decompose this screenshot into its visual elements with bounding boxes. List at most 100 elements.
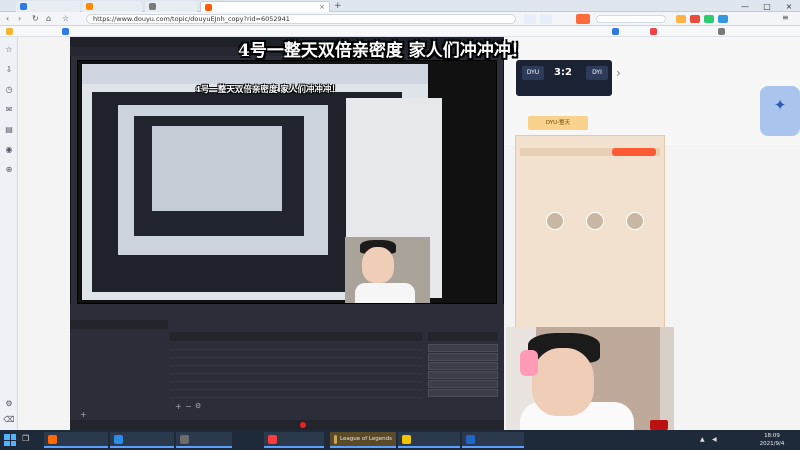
app-icon [268, 434, 277, 444]
bookmark-item[interactable] [62, 28, 72, 35]
refresh-icon[interactable]: ↻ [32, 14, 39, 23]
minimize-icon[interactable]: — [734, 0, 756, 12]
source-settings-icon[interactable]: ⚙ [195, 402, 201, 410]
browser-tab[interactable] [82, 1, 142, 12]
control-button[interactable] [428, 371, 498, 379]
browser-sidebar [0, 37, 18, 430]
webcam-background [660, 327, 674, 430]
team-left: DYU [522, 66, 544, 80]
tab-favicon-icon [149, 3, 156, 10]
control-button[interactable] [428, 362, 498, 370]
preview-browser-toolbar [82, 64, 428, 84]
scenes-header [70, 320, 168, 329]
address-field[interactable]: https://www.douyu.com/topic/douyuEJnh_co… [86, 14, 516, 24]
preview-nested-capture [152, 126, 282, 211]
menu-icon[interactable]: ≡ [782, 13, 789, 22]
maximize-icon[interactable]: □ [756, 0, 778, 12]
app-icon [114, 434, 123, 444]
reader-icon[interactable] [540, 14, 552, 24]
forward-icon[interactable]: › [18, 14, 21, 23]
sidebar-history-icon[interactable]: ◷ [4, 84, 14, 94]
record-dot-icon [300, 422, 306, 428]
sidebar-settings-icon[interactable]: ⚙ [4, 398, 14, 408]
bookmark-icon [612, 28, 619, 35]
webcam-face [532, 348, 594, 416]
taskbar-item[interactable] [110, 432, 174, 448]
close-icon[interactable]: × [319, 3, 325, 11]
source-row[interactable] [170, 366, 422, 374]
obs-status-bar [70, 420, 504, 430]
tab-favicon-icon [205, 3, 212, 11]
overlay-banner-inner: 4号一整天双倍亲密度 家人们冲冲冲！ [195, 85, 340, 95]
browser-tab[interactable] [16, 1, 80, 12]
window-close-icon[interactable]: × [778, 0, 800, 12]
taskbar-clock[interactable]: 18:09 2021/9/4 [746, 432, 798, 448]
bookmark-item[interactable] [6, 28, 16, 35]
sidebar-bookmark-icon[interactable]: ☆ [4, 44, 14, 54]
headphone-icon [520, 350, 538, 376]
add-source-icon[interactable]: + [175, 402, 182, 411]
extension-icon[interactable] [718, 15, 728, 23]
sidebar-trash-icon[interactable]: ⌫ [3, 414, 14, 424]
sidebar-note-icon[interactable]: ▤ [4, 124, 14, 134]
home-icon[interactable]: ⌂ [46, 14, 51, 23]
bookmark-item[interactable] [650, 28, 660, 35]
mascot-icon: ✦ [773, 96, 787, 114]
app-icon [334, 434, 338, 444]
star-icon[interactable]: ☆ [62, 14, 69, 23]
bookmark-item[interactable] [718, 28, 728, 35]
new-tab-icon[interactable]: + [334, 1, 342, 11]
search-input[interactable] [596, 15, 666, 23]
sidebar-download-icon[interactable]: ⇩ [4, 64, 14, 74]
extension-icon[interactable] [676, 15, 686, 23]
taskbar-item[interactable] [44, 432, 108, 448]
extension-icon[interactable] [704, 15, 714, 23]
control-button[interactable] [428, 353, 498, 361]
taskbar-item[interactable] [176, 432, 232, 448]
add-scene-icon[interactable]: + [80, 410, 87, 419]
bookmark-item[interactable] [612, 28, 622, 35]
source-row[interactable] [170, 358, 422, 366]
score-value: 3:2 [554, 67, 572, 78]
avatar[interactable] [546, 212, 564, 230]
avatar[interactable] [586, 212, 604, 230]
clock-time: 18:09 [764, 433, 780, 439]
control-button[interactable] [428, 380, 498, 388]
source-row[interactable] [170, 374, 422, 382]
taskbar-item[interactable] [264, 432, 324, 448]
avatar[interactable] [626, 212, 644, 230]
chat-message [565, 304, 657, 311]
browser-tab[interactable] [145, 1, 197, 12]
webcam-face [362, 247, 394, 283]
control-button[interactable] [428, 389, 498, 397]
sidebar-game-icon[interactable]: ◉ [4, 144, 14, 154]
source-row[interactable] [170, 390, 422, 398]
next-icon[interactable]: › [616, 66, 621, 80]
browser-tab-active[interactable]: × [200, 1, 330, 12]
windows-start-icon[interactable] [4, 434, 16, 446]
volume-icon[interactable]: ◀ [712, 436, 720, 444]
taskbar-item[interactable] [462, 432, 524, 448]
sidebar-cart-icon[interactable]: ⊕ [4, 164, 14, 174]
clock-date: 2021/9/4 [759, 441, 785, 447]
chat-message [565, 268, 657, 275]
extension-icon[interactable] [690, 15, 700, 23]
taskbar-item[interactable] [398, 432, 460, 448]
source-row[interactable] [170, 342, 422, 350]
task-view-icon[interactable]: ❐ [22, 434, 34, 446]
room-tab-button[interactable]: DYU-整天 [528, 116, 588, 130]
app-icon [48, 434, 57, 444]
back-icon[interactable]: ‹ [6, 14, 9, 23]
source-row[interactable] [170, 382, 422, 390]
taskbar-item[interactable]: League of Legends [330, 432, 396, 448]
score-card: DYU 3:2 DYI [516, 60, 612, 96]
remove-source-icon[interactable]: − [185, 402, 192, 411]
bookmark-icon [6, 28, 13, 35]
bookmark-icon [62, 28, 69, 35]
network-icon[interactable]: ▲ [700, 436, 708, 444]
extension-icon[interactable] [576, 14, 590, 24]
control-button[interactable] [428, 344, 498, 352]
sidebar-mail-icon[interactable]: ✉ [4, 104, 14, 114]
source-row[interactable] [170, 350, 422, 358]
zoom-icon[interactable] [524, 14, 536, 24]
